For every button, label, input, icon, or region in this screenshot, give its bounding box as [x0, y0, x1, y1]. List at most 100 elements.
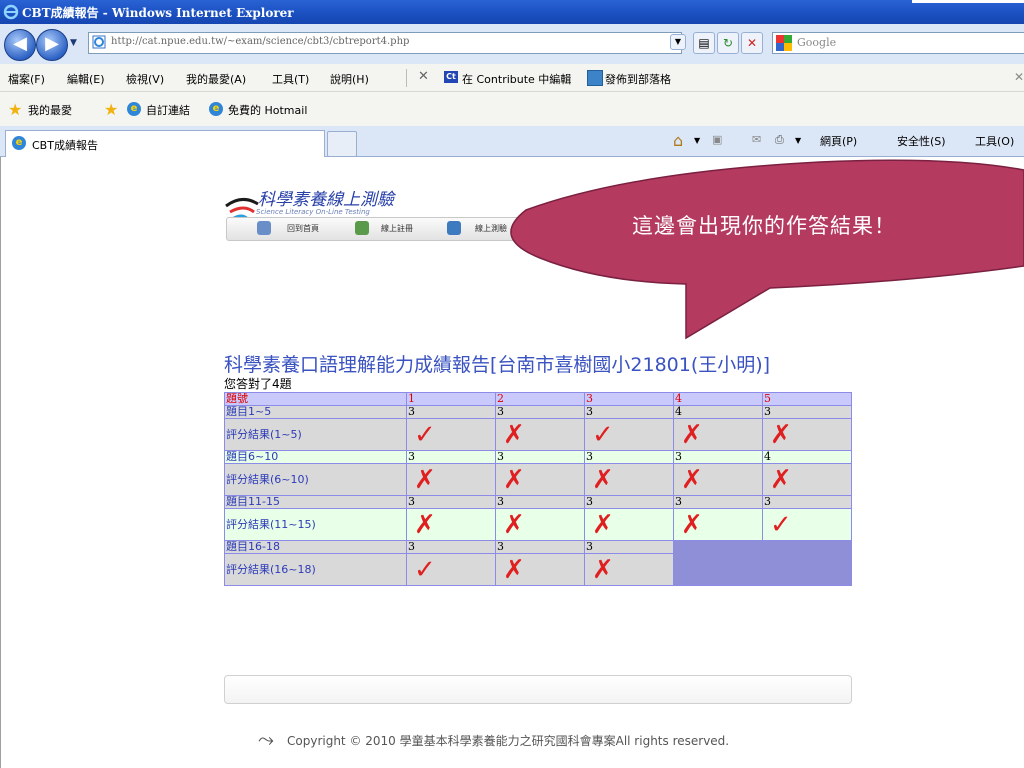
close-extra-toolbar-icon[interactable]: ✕: [1014, 70, 1024, 84]
result-cell: ✗: [584, 463, 674, 496]
answer-cell: 3: [495, 450, 585, 464]
mail-icon[interactable]: ✉: [752, 133, 761, 146]
refresh-icon[interactable]: ↻: [717, 32, 739, 54]
cross-icon: ✗: [681, 509, 703, 540]
favorites-button[interactable]: 我的最愛: [28, 102, 72, 118]
address-input[interactable]: http://cat.npue.edu.tw/~exam/science/cbt…: [88, 32, 682, 54]
answer-cell: 3: [673, 450, 763, 464]
site-nav: 回到首頁 線上註冊 線上測驗: [226, 217, 528, 241]
question-range-label: 題目16-18: [224, 540, 407, 554]
search-placeholder: Google: [797, 36, 837, 49]
feeds-icon[interactable]: ▣: [712, 133, 722, 146]
checkmark-icon: ✓: [414, 554, 436, 585]
result-cell: ✗: [762, 418, 852, 451]
tab-cbt-report[interactable]: e CBT成績報告: [5, 130, 325, 157]
checkmark-icon: ✓: [414, 419, 436, 450]
address-dropdown-icon[interactable]: ▼: [670, 34, 686, 50]
question-range-label: 題目1~5: [224, 405, 407, 419]
page-menu[interactable]: 網頁(P): [820, 133, 857, 149]
compatibility-icon[interactable]: ▤: [693, 32, 715, 54]
result-cell: ✗: [673, 508, 763, 541]
result-cell: ✗: [495, 418, 585, 451]
result-cell: ✓: [406, 553, 496, 586]
result-cell: ✗: [495, 553, 585, 586]
table-header-row: 題號 1 2 3 4 5: [224, 392, 852, 406]
nav-register[interactable]: 線上註冊: [381, 223, 413, 234]
menu-tools[interactable]: 工具(T): [272, 71, 309, 87]
checkmark-icon: ✓: [770, 509, 792, 540]
footer-logo-icon: ⤳: [258, 727, 274, 751]
report-title: 科學素養口語理解能力成績報告[台南市喜樹國小21801(王小明)]: [224, 354, 771, 376]
site-logo-subtitle: Science Literacy On-Line Testing: [256, 208, 370, 216]
print-icon[interactable]: ⎙: [775, 133, 784, 147]
test-icon: [447, 221, 461, 235]
forward-button[interactable]: ▶: [36, 29, 68, 61]
cross-icon: ✗: [770, 464, 792, 495]
footer-bar: [224, 675, 852, 704]
menu-help[interactable]: 說明(H): [330, 71, 369, 87]
header-cell: 1: [406, 392, 496, 406]
favorite-link-custom[interactable]: 自訂連結: [146, 102, 190, 118]
answer-cell: 3: [406, 540, 496, 554]
cross-icon: ✗: [503, 554, 525, 585]
cross-icon: ✗: [503, 419, 525, 450]
publish-blog-button[interactable]: 發佈到部落格: [605, 71, 671, 87]
result-cell: ✗: [406, 508, 496, 541]
ie-page-icon: e: [127, 102, 141, 116]
site-logo-title: 科學素養線上測驗: [258, 190, 394, 210]
answer-cell: 3: [495, 495, 585, 509]
result-cell: ✓: [762, 508, 852, 541]
cross-icon: ✗: [503, 464, 525, 495]
add-favorite-icon[interactable]: ★: [104, 100, 118, 119]
safety-menu[interactable]: 安全性(S): [897, 133, 946, 149]
home-icon[interactable]: ⌂: [673, 131, 683, 150]
nav-home[interactable]: 回到首頁: [287, 223, 319, 234]
answer-cell: 3: [584, 405, 674, 419]
table-row: 評分結果(6~10) ✗ ✗ ✗ ✗ ✗: [224, 463, 852, 496]
home-dropdown-icon[interactable]: ▼: [694, 136, 700, 145]
print-dropdown-icon[interactable]: ▼: [795, 136, 801, 145]
header-cell: 5: [762, 392, 852, 406]
answer-cell: 4: [762, 450, 852, 464]
new-tab-button[interactable]: [327, 131, 357, 157]
answer-cell: 3: [762, 495, 852, 509]
window-title-bar: CBT成績報告 - Windows Internet Explorer: [0, 0, 1024, 24]
menu-view[interactable]: 檢視(V): [126, 71, 164, 87]
menu-file[interactable]: 檔案(F): [8, 71, 45, 87]
answered-count: 您答對了4題: [224, 377, 292, 391]
header-cell: 3: [584, 392, 674, 406]
cross-icon: ✗: [592, 464, 614, 495]
nav-test[interactable]: 線上測驗: [475, 223, 507, 234]
answer-cell: 3: [762, 405, 852, 419]
favorite-link-hotmail[interactable]: 免費的 Hotmail: [228, 102, 307, 118]
cross-icon: ✗: [681, 464, 703, 495]
result-cell: ✓: [584, 418, 674, 451]
menu-favorites[interactable]: 我的最愛(A): [186, 71, 246, 87]
close-toolbar-icon[interactable]: ✕: [418, 69, 429, 84]
history-dropdown-icon[interactable]: ▼: [70, 38, 77, 48]
contribute-icon: Ct: [444, 71, 458, 83]
back-button[interactable]: ◀: [4, 29, 36, 61]
result-cell: ✓: [406, 418, 496, 451]
search-input[interactable]: Google: [772, 32, 1024, 54]
cross-icon: ✗: [414, 464, 436, 495]
answer-cell: 3: [584, 495, 674, 509]
contribute-edit-button[interactable]: 在 Contribute 中編輯: [462, 71, 571, 87]
table-row: 評分結果(11~15) ✗ ✗ ✗ ✗ ✓: [224, 508, 852, 541]
answer-cell: 3: [406, 405, 496, 419]
tools-menu[interactable]: 工具(O): [975, 133, 1014, 149]
cross-icon: ✗: [592, 509, 614, 540]
menu-edit[interactable]: 編輯(E): [67, 71, 105, 87]
table-row: 題目11-15 3 3 3 3 3: [224, 495, 852, 509]
tab-label: CBT成績報告: [32, 139, 98, 152]
answer-cell: 4: [673, 405, 763, 419]
answer-cell: 3: [584, 540, 674, 554]
result-cell: ✗: [406, 463, 496, 496]
google-icon: [776, 35, 792, 51]
stop-icon[interactable]: ✕: [741, 32, 763, 54]
result-cell: ✗: [584, 508, 674, 541]
callout-text: 這邊會出現你的作答結果！: [632, 214, 896, 238]
ie-page-icon: e: [12, 136, 26, 150]
menu-bar: 檔案(F) 編輯(E) 檢視(V) 我的最愛(A) 工具(T) 說明(H) ✕ …: [0, 64, 1024, 92]
cross-icon: ✗: [681, 419, 703, 450]
